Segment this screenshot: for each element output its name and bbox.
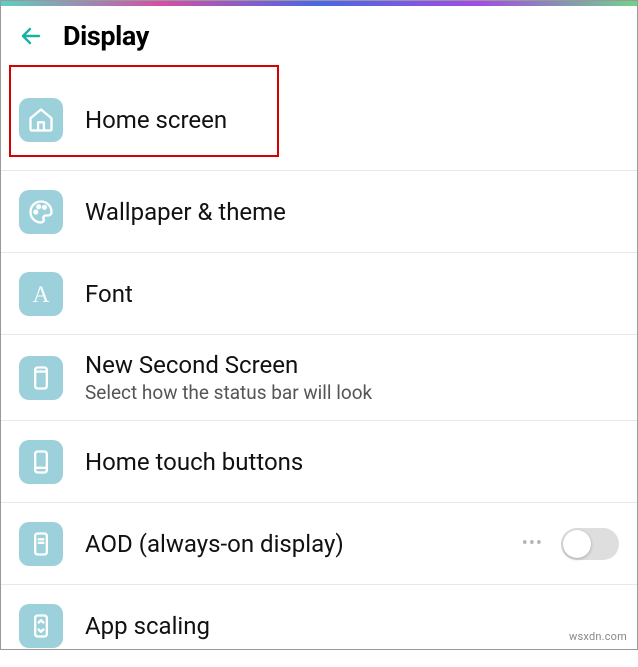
row-app-scaling[interactable]: App scaling [1,585,637,667]
font-icon: A [19,272,63,316]
second-screen-icon [19,356,63,400]
row-sublabel: Select how the status bar will look [85,381,619,404]
palette-icon [19,190,63,234]
settings-list: Home screen Wallpaper & theme A Font [1,74,637,667]
row-new-second-screen[interactable]: New Second Screen Select how the status … [1,335,637,421]
app-scaling-icon [19,604,63,648]
home-icon [19,98,63,142]
svg-text:A: A [33,282,50,308]
more-icon[interactable]: ••• [522,533,543,554]
row-label: Font [85,280,619,308]
row-label: App scaling [85,612,619,640]
row-wallpaper-theme[interactable]: Wallpaper & theme [1,171,637,253]
row-label: Wallpaper & theme [85,198,619,226]
row-home-screen[interactable]: Home screen [1,74,637,171]
row-font[interactable]: A Font [1,253,637,335]
header: Display [1,6,637,74]
row-label: AOD (always-on display) [85,530,500,558]
row-label: Home screen [85,106,619,134]
back-button[interactable] [19,24,43,48]
aod-icon [19,522,63,566]
aod-toggle[interactable] [561,528,619,560]
toggle-knob [563,530,591,558]
row-label: Home touch buttons [85,448,619,476]
row-aod[interactable]: AOD (always-on display) ••• [1,503,637,585]
row-right-controls: ••• [522,528,619,560]
touch-buttons-icon [19,440,63,484]
watermark: wsxdn.com [569,630,627,643]
back-arrow-icon [19,24,43,48]
row-home-touch-buttons[interactable]: Home touch buttons [1,421,637,503]
row-label: New Second Screen [85,351,619,379]
page-title: Display [63,20,149,52]
